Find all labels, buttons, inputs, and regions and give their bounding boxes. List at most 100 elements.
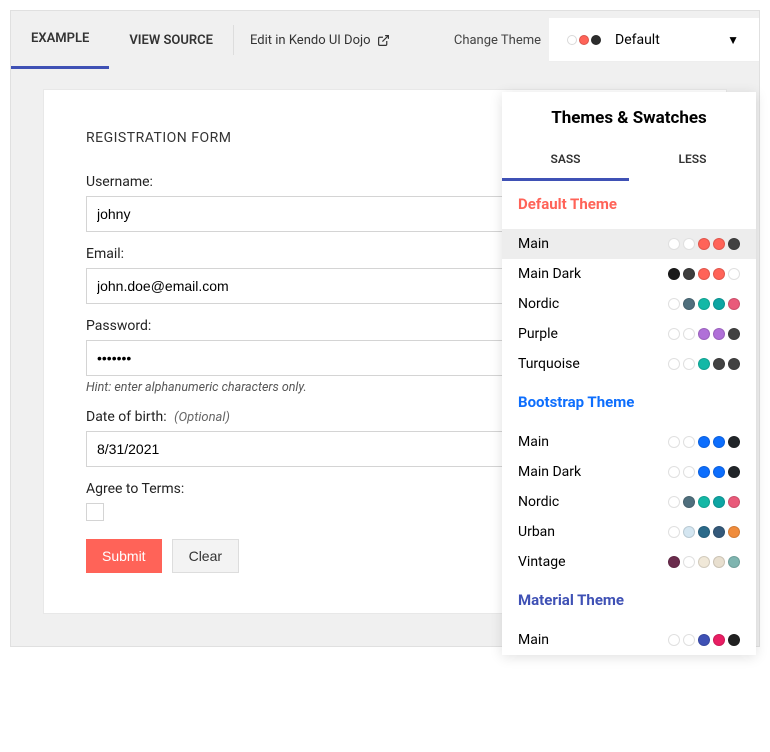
swatch-dot	[713, 298, 725, 310]
swatch-dot	[728, 298, 740, 310]
theme-row-swatches	[668, 526, 740, 538]
theme-row-label: Main	[518, 434, 549, 450]
edit-in-dojo-link[interactable]: Edit in Kendo UI Dojo	[233, 25, 406, 55]
theme-group-title: Material Theme	[518, 591, 740, 609]
swatch-dot	[698, 466, 710, 478]
theme-dropdown-label: Default	[615, 32, 727, 48]
theme-group-title: Default Theme	[518, 195, 740, 213]
swatch-dot	[698, 496, 710, 508]
agree-checkbox[interactable]	[86, 503, 104, 521]
swatch-dot	[698, 238, 710, 250]
edit-in-dojo-label: Edit in Kendo UI Dojo	[250, 33, 371, 48]
clear-button[interactable]: Clear	[172, 539, 239, 573]
swatch-dot	[668, 556, 680, 568]
theme-row-label: Purple	[518, 326, 558, 342]
theme-row-swatches	[668, 268, 740, 280]
swatch-dot	[713, 268, 725, 280]
swatch-dot	[713, 496, 725, 508]
tab-view-source[interactable]: VIEW SOURCE	[109, 11, 233, 69]
swatch-dot	[713, 328, 725, 340]
swatch-dot	[668, 358, 680, 370]
swatch-dot	[698, 298, 710, 310]
swatch-dot	[698, 634, 710, 646]
swatch-dot	[683, 466, 695, 478]
swatch-dot	[668, 328, 680, 340]
swatch-dot	[683, 268, 695, 280]
theme-dropdown-swatches	[567, 35, 601, 45]
swatch-dot	[668, 466, 680, 478]
theme-row-swatches	[668, 358, 740, 370]
swatch-dot	[683, 298, 695, 310]
swatch-dot	[668, 526, 680, 538]
swatch-dot	[713, 634, 725, 646]
theme-row-swatches	[668, 436, 740, 448]
theme-row-label: Main	[518, 632, 549, 648]
submit-button[interactable]: Submit	[86, 539, 162, 573]
swatch-dot	[698, 268, 710, 280]
tab-example[interactable]: EXAMPLE	[11, 11, 109, 69]
theme-row-label: Turquoise	[518, 356, 580, 372]
theme-row[interactable]: Purple	[502, 319, 756, 349]
theme-row-label: Vintage	[518, 554, 566, 570]
swatch-dot	[698, 358, 710, 370]
swatch-dot	[683, 526, 695, 538]
swatch-dot	[668, 298, 680, 310]
theme-row-swatches	[668, 496, 740, 508]
theme-row[interactable]: Vintage	[502, 547, 756, 577]
swatch-dot	[683, 328, 695, 340]
external-link-icon	[377, 34, 390, 47]
theme-row[interactable]: Main Dark	[502, 259, 756, 289]
swatch-dot	[683, 358, 695, 370]
swatch-dot	[728, 268, 740, 280]
swatch-dot	[728, 238, 740, 250]
swatch-dot	[683, 634, 695, 646]
popup-tab-sass[interactable]: SASS	[502, 140, 629, 181]
theme-row[interactable]: Main Dark	[502, 457, 756, 487]
swatch-dot	[698, 526, 710, 538]
swatch-dot	[728, 466, 740, 478]
swatch-dot	[698, 436, 710, 448]
popup-title: Themes & Swatches	[502, 92, 756, 140]
swatch-dot	[728, 436, 740, 448]
swatch-dot	[713, 466, 725, 478]
swatch-dot	[668, 436, 680, 448]
theme-row[interactable]: Main	[502, 427, 756, 457]
change-theme-label: Change Theme	[454, 33, 541, 48]
theme-row[interactable]: Main	[502, 229, 756, 259]
theme-row-swatches	[668, 634, 740, 646]
theme-row-swatches	[668, 328, 740, 340]
theme-dropdown[interactable]: Default ▼	[549, 18, 759, 62]
theme-row[interactable]: Nordic	[502, 289, 756, 319]
swatch-dot	[713, 436, 725, 448]
swatch-dot	[713, 556, 725, 568]
theme-row-swatches	[668, 238, 740, 250]
theme-row[interactable]: Nordic	[502, 487, 756, 517]
swatch-dot	[579, 35, 589, 45]
popup-scroll[interactable]: Default ThemeMainMain DarkNordicPurpleTu…	[502, 181, 756, 655]
swatch-dot	[683, 496, 695, 508]
top-bar: EXAMPLE VIEW SOURCE Edit in Kendo UI Doj…	[11, 11, 759, 69]
swatch-dot	[683, 436, 695, 448]
swatch-dot	[728, 634, 740, 646]
theme-row-swatches	[668, 556, 740, 568]
theme-row-label: Main Dark	[518, 266, 581, 282]
swatch-dot	[683, 556, 695, 568]
swatch-dot	[683, 238, 695, 250]
swatch-dot	[668, 238, 680, 250]
popup-tab-less[interactable]: LESS	[629, 140, 756, 181]
swatch-dot	[668, 496, 680, 508]
theme-row[interactable]: Turquoise	[502, 349, 756, 379]
theme-row[interactable]: Urban	[502, 517, 756, 547]
theme-row-swatches	[668, 466, 740, 478]
swatch-dot	[698, 556, 710, 568]
swatch-dot	[591, 35, 601, 45]
swatch-dot	[728, 556, 740, 568]
swatch-dot	[713, 358, 725, 370]
theme-row-label: Main	[518, 236, 549, 252]
theme-group-title: Bootstrap Theme	[518, 393, 740, 411]
theme-row[interactable]: Main	[502, 625, 756, 655]
swatch-dot	[728, 496, 740, 508]
swatch-dot	[567, 35, 577, 45]
theme-row-label: Nordic	[518, 296, 559, 312]
swatch-dot	[698, 328, 710, 340]
